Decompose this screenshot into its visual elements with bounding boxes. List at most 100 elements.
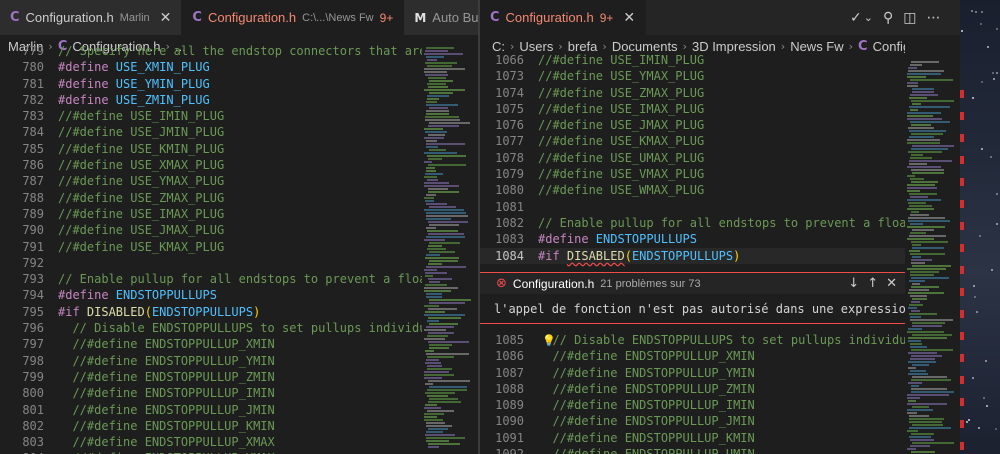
code-token: DISABLED	[566, 248, 625, 263]
code-line[interactable]: 1076 //#define USE_JMAX_PLUG	[480, 117, 905, 133]
minimap-line	[908, 127, 934, 129]
left-code-editor[interactable]: 779 // Specify here all the endstop conne…	[0, 43, 422, 454]
line-number: 797	[22, 337, 44, 352]
code-line[interactable]: 1077 //#define USE_KMAX_PLUG	[480, 133, 905, 149]
minimap-line	[910, 358, 935, 360]
close-icon[interactable]: ✕	[160, 10, 172, 26]
code-line[interactable]: 1091 //#define ENDSTOPPULLUP_KMIN	[480, 430, 905, 446]
code-line[interactable]: 1090 //#define ENDSTOPPULLUP_JMIN	[480, 413, 905, 429]
line-number: 787	[22, 174, 44, 189]
code-line[interactable]: 1092 //#define ENDSTOPPULLUP_UMIN	[480, 446, 905, 454]
code-line[interactable]: 780 #define USE_XMIN_PLUG	[0, 59, 422, 75]
minimap-line	[908, 307, 917, 309]
minimap-line	[427, 395, 448, 397]
minimap-line	[910, 439, 934, 441]
code-line[interactable]: 1088 //#define ENDSTOPPULLUP_ZMIN	[480, 381, 905, 397]
code-line[interactable]: 1086 //#define ENDSTOPPULLUP_XMIN	[480, 348, 905, 364]
code-line[interactable]: 1073 //#define USE_YMAX_PLUG	[480, 68, 905, 84]
minimap-line	[909, 97, 927, 99]
code-line[interactable]: 785 //#define USE_KMIN_PLUG	[0, 141, 422, 157]
right-code-editor-top[interactable]: 1066 //#define USE_IMIN_PLUG 1073 //#define…	[480, 52, 905, 272]
minimap-line	[426, 227, 436, 229]
right-minimap[interactable]	[905, 57, 960, 454]
code-line[interactable]: 798 //#define ENDSTOPPULLUP_YMIN	[0, 353, 422, 369]
code-line[interactable]: 1080 //#define USE_WMAX_PLUG	[480, 182, 905, 198]
line-number: 1066	[495, 53, 524, 67]
code-line[interactable]: 1066 //#define USE_IMIN_PLUG	[480, 52, 905, 68]
code-token: //#define ENDSTOPPULLUP_ZMIN	[538, 381, 755, 396]
line-text: //#define USE_VMAX_PLUG	[524, 166, 704, 182]
line-number: 1090	[495, 414, 524, 429]
minimap-line	[424, 413, 444, 415]
code-line[interactable]: 790 //#define USE_JMAX_PLUG	[0, 222, 422, 238]
code-line[interactable]: 1074 //#define USE_ZMAX_PLUG	[480, 85, 905, 101]
code-line[interactable]: 789 //#define USE_IMAX_PLUG	[0, 206, 422, 222]
arrow-up-icon[interactable]: ↑	[867, 276, 878, 291]
code-line[interactable]: 793 // Enable pullup for all endstops to …	[0, 271, 422, 287]
star	[974, 296, 976, 298]
code-line[interactable]: 782 #define USE_ZMIN_PLUG	[0, 92, 422, 108]
tab-configuration-news-fw[interactable]: C Configuration.h C:\...\News Fw 9+	[182, 0, 405, 35]
code-line[interactable]: 787 //#define USE_YMAX_PLUG	[0, 173, 422, 189]
code-line[interactable]: 799 //#define ENDSTOPPULLUP_ZMIN	[0, 369, 422, 385]
line-text: //#define USE_IMAX_PLUG	[524, 101, 704, 117]
code-line[interactable]: 1079 //#define USE_VMAX_PLUG	[480, 166, 905, 182]
arrow-down-icon[interactable]: ↓	[848, 276, 859, 291]
minimap-line	[429, 242, 460, 244]
minimap-line	[911, 100, 954, 102]
tab-configuration-right[interactable]: C Configuration.h 9+ ✕	[480, 0, 647, 35]
code-line[interactable]: 794 #define ENDSTOPPULLUPS	[0, 287, 422, 303]
chevron-down-icon[interactable]: ⌄	[864, 11, 873, 24]
code-token: )	[733, 248, 741, 263]
split-editor-icon[interactable]: ◫	[903, 10, 916, 26]
code-line[interactable]: 802 //#define ENDSTOPPULLUP_KMIN	[0, 418, 422, 434]
code-line[interactable]: 781 #define USE_YMIN_PLUG	[0, 76, 422, 92]
minimap-line	[907, 199, 941, 201]
code-line[interactable]: 783 //#define USE_IMIN_PLUG	[0, 108, 422, 124]
tab-auto-build[interactable]: M Auto Build	[404, 0, 478, 35]
code-line[interactable]: 779 // Specify here all the endstop conne…	[0, 43, 422, 59]
minimap-line	[428, 86, 448, 88]
code-line[interactable]: 795 #if DISABLED(ENDSTOPPULLUPS)	[0, 304, 422, 320]
minimap-line	[427, 368, 452, 370]
code-line[interactable]: 803 //#define ENDSTOPPULLUP_XMAX	[0, 434, 422, 450]
right-code-editor-bottom[interactable]: 1085 // Disable ENDSTOPPULLUPS to set pu…	[480, 332, 905, 454]
code-line[interactable]: 797 //#define ENDSTOPPULLUP_XMIN	[0, 336, 422, 352]
code-line[interactable]: 1089 //#define ENDSTOPPULLUP_IMIN	[480, 397, 905, 413]
code-line[interactable]: 1075 //#define USE_IMAX_PLUG	[480, 101, 905, 117]
minimap-line	[907, 403, 947, 405]
more-actions-icon[interactable]: ⋯	[926, 10, 940, 26]
left-minimap[interactable]	[422, 43, 478, 454]
line-text: //#define ENDSTOPPULLUP_IMIN	[524, 397, 754, 413]
code-line[interactable]: 796 // Disable ENDSTOPPULLUPS to set pul…	[0, 320, 422, 336]
code-line[interactable]: 1085 // Disable ENDSTOPPULLUPS to set pu…	[480, 332, 905, 348]
code-line[interactable]: 791 //#define USE_KMAX_PLUG	[0, 239, 422, 255]
close-icon[interactable]: ✕	[886, 276, 897, 291]
minimap-line	[912, 229, 934, 231]
minimap-line	[912, 256, 921, 258]
code-line[interactable]: 804 //#define ENDSTOPPULLUP_YMAX	[0, 450, 422, 454]
minimap-line	[912, 172, 944, 174]
lightbulb-icon[interactable]: 💡	[542, 333, 556, 349]
code-line[interactable]: 800 //#define ENDSTOPPULLUP_IMIN	[0, 385, 422, 401]
minimap-line	[424, 128, 443, 130]
close-icon[interactable]: ✕	[623, 10, 635, 26]
code-line[interactable]: 1083 #define ENDSTOPPULLUPS	[480, 231, 905, 247]
code-line[interactable]: 784 //#define USE_JMIN_PLUG	[0, 124, 422, 140]
code-line[interactable]: 1081	[480, 199, 905, 215]
code-line[interactable]: 1084 #if DISABLED(ENDSTOPPULLUPS)	[480, 247, 905, 264]
check-icon[interactable]: ✓	[850, 10, 862, 26]
code-line[interactable]: 788 //#define USE_ZMAX_PLUG	[0, 190, 422, 206]
line-text: //#define USE_UMAX_PLUG	[524, 150, 704, 166]
debug-icon[interactable]: ⚲	[883, 10, 893, 26]
code-line[interactable]: 1082 // Enable pullup for all endstops to…	[480, 215, 905, 231]
code-line[interactable]: 792	[0, 255, 422, 271]
star	[996, 72, 998, 74]
code-line[interactable]: 801 //#define ENDSTOPPULLUP_JMIN	[0, 402, 422, 418]
tab-configuration-marlin[interactable]: C Configuration.h Marlin ✕	[0, 0, 183, 35]
code-line[interactable]: 786 //#define USE_XMAX_PLUG	[0, 157, 422, 173]
line-number: 1082	[495, 215, 524, 230]
tab-title: Configuration.h	[207, 10, 297, 25]
code-line[interactable]: 1078 //#define USE_UMAX_PLUG	[480, 150, 905, 166]
code-line[interactable]: 1087 //#define ENDSTOPPULLUP_YMIN	[480, 365, 905, 381]
